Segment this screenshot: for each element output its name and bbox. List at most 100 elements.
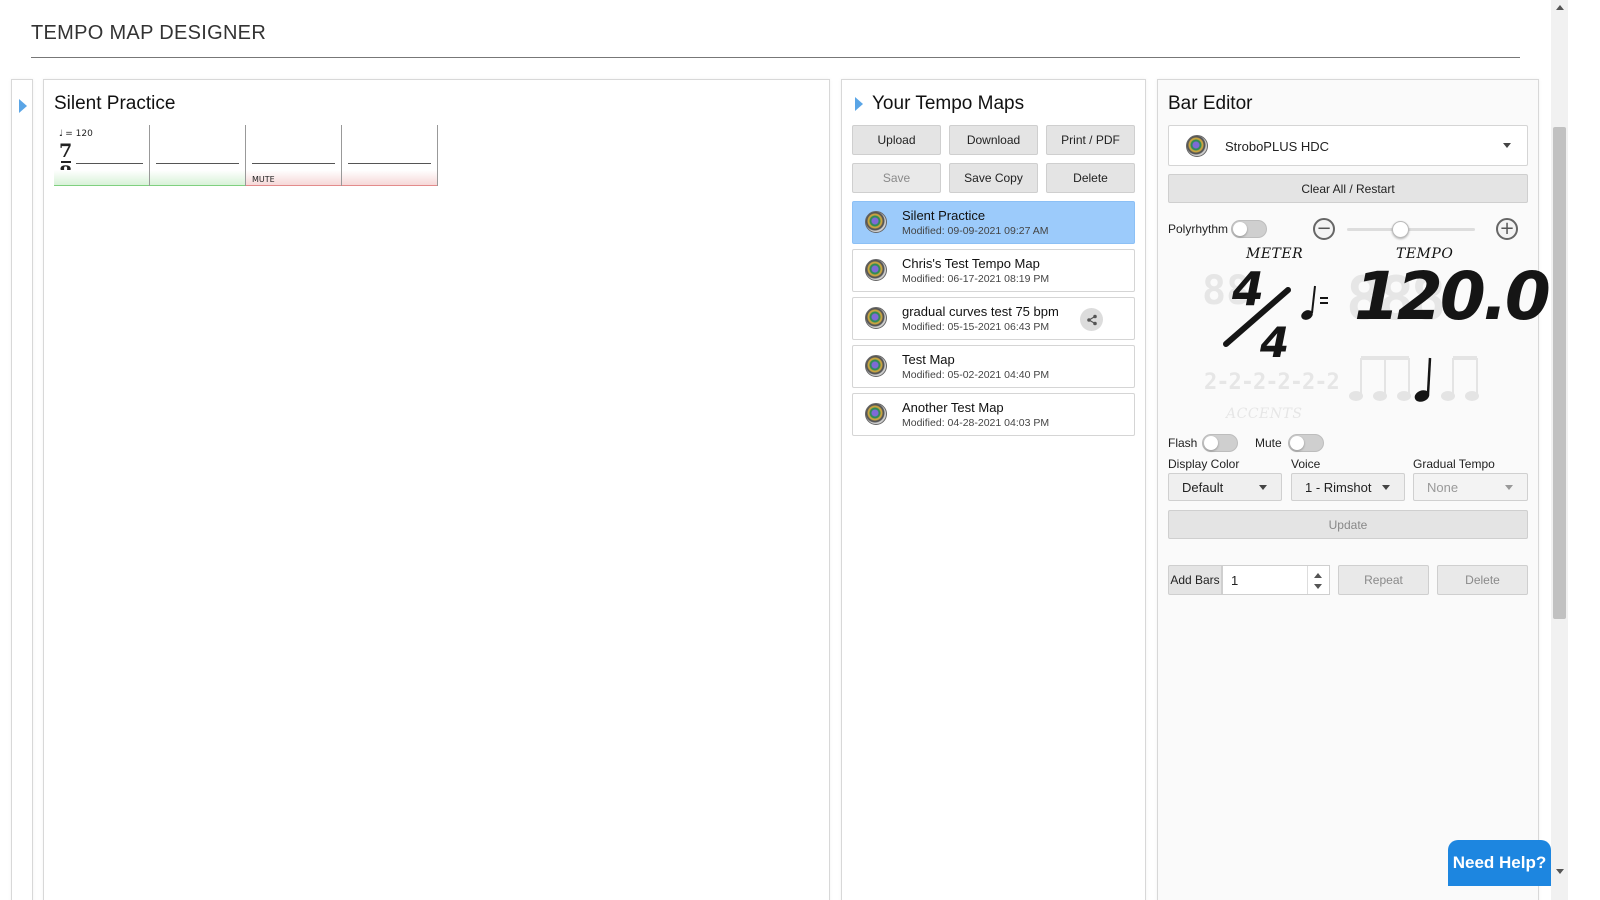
display-color-label: Display Color <box>1168 457 1240 471</box>
gradual-tempo-select[interactable]: None <box>1413 473 1528 501</box>
stepper-divider <box>1307 566 1308 594</box>
list-item[interactable]: gradual curves test 75 bpm Modified: 05-… <box>852 297 1135 340</box>
device-select[interactable]: StroboPLUS HDC <box>1168 125 1528 166</box>
gradual-tempo-label: Gradual Tempo <box>1413 457 1495 471</box>
display-color-select[interactable]: Default <box>1168 473 1282 501</box>
page-scrollbar[interactable] <box>1551 0 1568 900</box>
list-item[interactable]: Silent Practice Modified: 09-09-2021 09:… <box>852 201 1135 244</box>
add-bars-quantity-stepper[interactable]: 1 <box>1222 565 1330 595</box>
tempo-map-canvas: Silent Practice ♩= 120 7 8 MUTE <box>43 79 830 900</box>
clear-restart-button[interactable]: Clear All / Restart <box>1168 174 1528 203</box>
bar-line <box>76 163 143 164</box>
device-logo-icon <box>865 259 887 281</box>
canvas-title: Silent Practice <box>54 93 176 114</box>
tempo-readout: 120.0 <box>1354 258 1551 335</box>
list-item[interactable]: Another Test Map Modified: 04-28-2021 04… <box>852 393 1135 436</box>
bar-line <box>156 163 239 164</box>
device-logo-icon <box>865 355 887 377</box>
bar-line <box>348 163 431 164</box>
upload-button[interactable]: Upload <box>852 125 941 155</box>
toggle-knob <box>1204 436 1218 450</box>
mute-label: Mute <box>1255 436 1282 450</box>
update-button[interactable]: Update <box>1168 510 1528 539</box>
subdivision-notes-icon <box>1349 356 1479 402</box>
map-modified: Modified: 09-09-2021 09:27 AM <box>902 225 1049 237</box>
need-help-button[interactable]: Need Help? <box>1448 840 1551 886</box>
voice-label: Voice <box>1291 457 1321 471</box>
gradual-tempo-value: None <box>1427 480 1459 495</box>
map-name: Chris's Test Tempo Map <box>902 256 1040 271</box>
device-logo-icon <box>1186 135 1208 157</box>
accent-ghost-digits: 2-2-2-2-2-2 <box>1204 370 1340 395</box>
meter-bottom-digit: 4 <box>1260 318 1290 367</box>
stepper-up-icon[interactable] <box>1314 573 1322 578</box>
voice-select[interactable]: 1 - Rimshot <box>1291 473 1405 501</box>
chevron-down-icon <box>1503 143 1511 148</box>
tempo-slider-handle[interactable] <box>1392 221 1409 238</box>
expand-arrow-icon <box>19 99 27 113</box>
bar-editor-panel: Bar Editor StroboPLUS HDC Clear All / Re… <box>1157 79 1551 900</box>
save-button[interactable]: Save <box>852 163 941 193</box>
toggle-knob <box>1233 222 1247 236</box>
bar-4[interactable] <box>342 125 438 186</box>
map-name: Another Test Map <box>902 400 1004 415</box>
print-pdf-button[interactable]: Print / PDF <box>1046 125 1135 155</box>
bar-status-strip <box>150 170 245 186</box>
tempo-maps-panel: Your Tempo Maps Upload Download Print / … <box>841 79 1146 900</box>
quarter-note-icon <box>1301 285 1328 320</box>
flash-label: Flash <box>1168 436 1198 450</box>
bar-status-strip <box>54 170 149 186</box>
scroll-up-icon[interactable] <box>1556 5 1564 10</box>
delete-bar-button[interactable]: Delete <box>1437 565 1528 595</box>
display-color-value: Default <box>1182 480 1224 495</box>
tempo-decrease-icon[interactable]: − <box>1313 218 1335 240</box>
list-item[interactable]: Test Map Modified: 05-02-2021 04:40 PM <box>852 345 1135 388</box>
list-item[interactable]: Chris's Test Tempo Map Modified: 06-17-2… <box>852 249 1135 292</box>
delete-map-button[interactable]: Delete <box>1046 163 1135 193</box>
sidebar-toggle[interactable] <box>11 79 33 900</box>
bar-mute-label: MUTE <box>252 175 275 184</box>
title-divider <box>31 57 1520 58</box>
score-staff: ♩= 120 7 8 MUTE <box>54 125 438 187</box>
mute-toggle[interactable] <box>1288 434 1324 452</box>
flash-toggle[interactable] <box>1202 434 1238 452</box>
map-modified: Modified: 04-28-2021 04:03 PM <box>902 417 1050 429</box>
map-name: Silent Practice <box>902 208 986 223</box>
add-bars-button[interactable]: Add Bars <box>1168 565 1222 595</box>
tempo-slider[interactable] <box>1347 228 1475 231</box>
tempo-increase-icon[interactable]: + <box>1496 218 1518 240</box>
chevron-down-icon <box>1505 485 1513 490</box>
scrollbar-thumb[interactable] <box>1553 127 1566 619</box>
app-title: TEMPO MAP DESIGNER <box>31 22 267 44</box>
time-signature-top: 7 <box>59 140 73 162</box>
map-name: gradual curves test 75 bpm <box>902 304 1059 319</box>
toggle-knob <box>1290 436 1304 450</box>
collapse-arrow-icon[interactable] <box>855 97 863 111</box>
bar-line <box>252 163 335 164</box>
accents-label: ACCENTS <box>1226 406 1303 422</box>
bar-2[interactable] <box>150 125 246 186</box>
meter-label: METER <box>1246 246 1304 262</box>
device-logo-icon <box>865 307 887 329</box>
device-select-value: StroboPLUS HDC <box>1225 139 1330 154</box>
add-bars-quantity: 1 <box>1231 573 1239 588</box>
save-copy-button[interactable]: Save Copy <box>949 163 1038 193</box>
repeat-button[interactable]: Repeat <box>1338 565 1429 595</box>
tempo-mark: ♩ = 120 <box>59 129 93 139</box>
polyrhythm-label: Polyrhythm <box>1168 222 1229 236</box>
download-button[interactable]: Download <box>949 125 1038 155</box>
map-modified: Modified: 05-02-2021 04:40 PM <box>902 369 1050 381</box>
map-modified: Modified: 06-17-2021 08:19 PM <box>902 273 1050 285</box>
stepper-down-icon[interactable] <box>1314 584 1322 589</box>
editor-title: Bar Editor <box>1168 93 1253 114</box>
device-logo-icon <box>865 403 887 425</box>
share-icon[interactable] <box>1080 308 1103 331</box>
map-modified: Modified: 05-15-2021 06:43 PM <box>902 321 1050 333</box>
bar-1[interactable]: ♩= 120 7 8 <box>54 125 150 186</box>
chevron-down-icon <box>1382 485 1390 490</box>
tempo-map-list: Silent Practice Modified: 09-09-2021 09:… <box>852 201 1135 441</box>
polyrhythm-toggle[interactable] <box>1231 220 1267 238</box>
bar-3[interactable]: MUTE <box>246 125 342 186</box>
voice-value: 1 - Rimshot <box>1305 480 1372 495</box>
scroll-down-icon[interactable] <box>1556 869 1564 874</box>
